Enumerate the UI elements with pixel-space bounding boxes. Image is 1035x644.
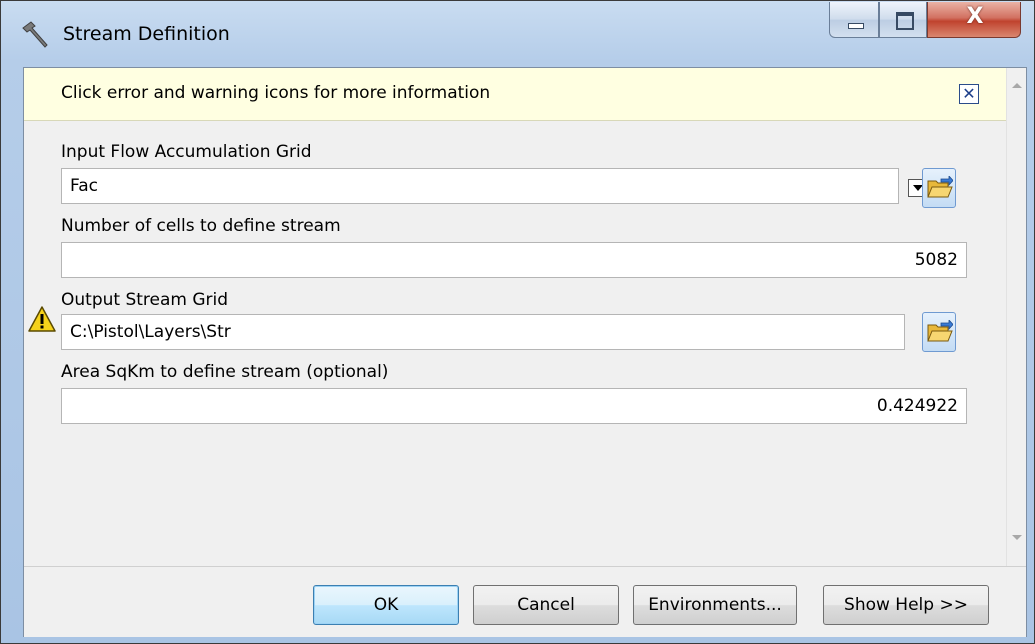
window-title: Stream Definition bbox=[63, 23, 230, 45]
folder-open-icon bbox=[927, 320, 953, 342]
dialog-window: Stream Definition X Click error and warn… bbox=[0, 0, 1035, 644]
area-sqkm-input[interactable]: 0.424922 bbox=[61, 388, 967, 424]
scroll-up-icon[interactable] bbox=[1012, 83, 1022, 88]
info-close-button[interactable]: ✕ bbox=[959, 84, 979, 104]
dialog-client: Click error and warning icons for more i… bbox=[23, 67, 1027, 637]
browse-flow-accumulation-button[interactable] bbox=[922, 168, 956, 208]
close-button[interactable]: X bbox=[927, 2, 1021, 38]
maximize-button[interactable] bbox=[879, 2, 927, 38]
flow-accumulation-label: Input Flow Accumulation Grid bbox=[61, 142, 312, 162]
minimize-button[interactable] bbox=[829, 2, 879, 38]
number-of-cells-label: Number of cells to define stream bbox=[61, 216, 341, 236]
ok-button[interactable]: OK bbox=[313, 585, 459, 625]
warning-icon[interactable] bbox=[28, 306, 56, 332]
close-icon: X bbox=[966, 4, 984, 29]
maximize-icon bbox=[896, 12, 914, 30]
flow-accumulation-value: Fac bbox=[70, 176, 98, 196]
show-help-button[interactable]: Show Help >> bbox=[823, 585, 989, 625]
title-bar[interactable]: Stream Definition X bbox=[1, 1, 1034, 67]
info-bar: Click error and warning icons for more i… bbox=[24, 68, 1006, 121]
minimize-icon bbox=[848, 23, 864, 29]
environments-button[interactable]: Environments... bbox=[633, 585, 797, 625]
number-of-cells-input[interactable]: 5082 bbox=[61, 242, 967, 278]
hammer-icon bbox=[22, 21, 48, 48]
output-stream-grid-input[interactable]: C:\Pistol\Layers\Str bbox=[61, 314, 905, 350]
folder-open-icon bbox=[927, 176, 953, 198]
browse-output-grid-button[interactable] bbox=[922, 312, 956, 352]
output-stream-grid-label: Output Stream Grid bbox=[61, 290, 229, 310]
dialog-footer: OK Cancel Environments... Show Help >> bbox=[24, 566, 1026, 637]
cancel-button[interactable]: Cancel bbox=[473, 585, 619, 625]
info-message: Click error and warning icons for more i… bbox=[61, 83, 491, 103]
vertical-scrollbar[interactable] bbox=[1006, 68, 1026, 566]
flow-accumulation-combobox[interactable]: Fac bbox=[61, 168, 928, 204]
scroll-down-icon[interactable] bbox=[1012, 535, 1022, 540]
parameters-panel: Click error and warning icons for more i… bbox=[24, 68, 1006, 566]
area-sqkm-label: Area SqKm to define stream (optional) bbox=[61, 362, 389, 382]
